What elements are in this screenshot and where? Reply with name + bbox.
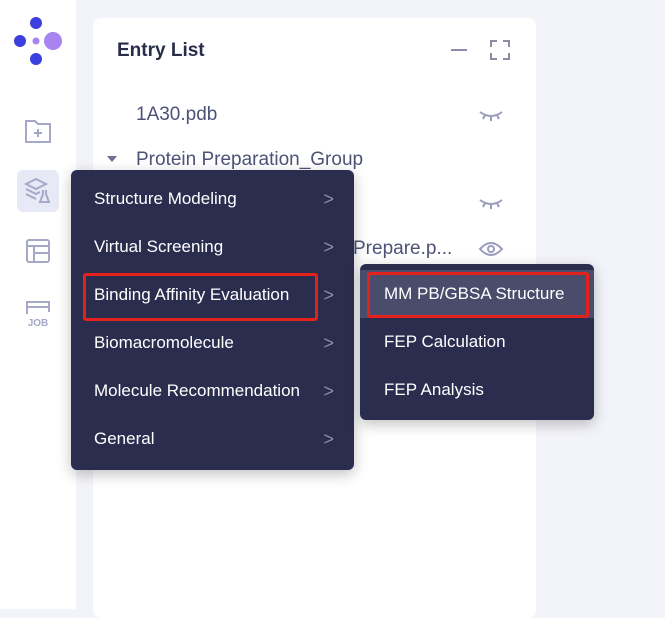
eye-closed-icon[interactable]	[478, 106, 504, 124]
maximize-icon[interactable]	[488, 38, 512, 62]
layers-flask-icon	[23, 177, 51, 203]
chevron-right-icon: >	[323, 380, 334, 401]
collapse-triangle-icon[interactable]	[107, 156, 117, 162]
menu-label: Molecule Recommendation	[94, 381, 300, 400]
sidebar: JOB	[0, 0, 76, 609]
menu-label: General	[94, 429, 155, 448]
job-icon: JOB	[26, 301, 50, 328]
entry-item[interactable]: Prepare.p...	[353, 238, 452, 260]
eye-closed-icon[interactable]	[478, 194, 504, 212]
menu-label: Structure Modeling	[94, 189, 237, 208]
svg-text:JOB: JOB	[28, 318, 49, 328]
chevron-right-icon: >	[323, 332, 334, 353]
entry-group[interactable]: Protein Preparation_Group	[136, 149, 363, 171]
chevron-right-icon: >	[323, 236, 334, 257]
module-menu: Structure Modeling > Virtual Screening > B…	[71, 170, 354, 470]
app-logo	[14, 17, 62, 65]
sidebar-item-modules[interactable]	[17, 170, 59, 212]
chevron-right-icon: >	[323, 284, 334, 305]
sidebar-item-layout[interactable]	[17, 230, 59, 272]
menu-label: FEP Analysis	[384, 380, 484, 399]
sidebar-item-new-project[interactable]	[17, 110, 59, 152]
menu-item-structure-modeling[interactable]: Structure Modeling >	[71, 175, 354, 223]
folder-add-icon	[25, 120, 51, 143]
submenu-item-fep-calculation[interactable]: FEP Calculation	[360, 318, 594, 366]
entry-item[interactable]: 1A30.pdb	[136, 104, 217, 126]
menu-item-general[interactable]: General >	[71, 415, 354, 463]
highlight-box	[83, 273, 318, 321]
menu-item-virtual-screening[interactable]: Virtual Screening >	[71, 223, 354, 271]
binding-affinity-submenu: MM PB/GBSA Structure FEP Calculation FEP…	[360, 264, 594, 420]
menu-item-biomacromolecule[interactable]: Biomacromolecule >	[71, 319, 354, 367]
chevron-right-icon: >	[323, 428, 334, 449]
minimize-icon[interactable]	[447, 38, 471, 62]
chevron-right-icon: >	[323, 188, 334, 209]
sidebar-item-jobs[interactable]: JOB	[17, 292, 59, 334]
layout-icon	[26, 239, 50, 263]
submenu-item-fep-analysis[interactable]: FEP Analysis	[360, 366, 594, 414]
menu-label: Biomacromolecule	[94, 333, 234, 352]
highlight-box	[367, 272, 589, 318]
menu-label: Virtual Screening	[94, 237, 224, 256]
panel-title: Entry List	[117, 40, 205, 61]
menu-label: FEP Calculation	[384, 332, 506, 351]
eye-open-icon[interactable]	[478, 240, 504, 258]
menu-item-molecule-recommendation[interactable]: Molecule Recommendation >	[71, 367, 354, 415]
